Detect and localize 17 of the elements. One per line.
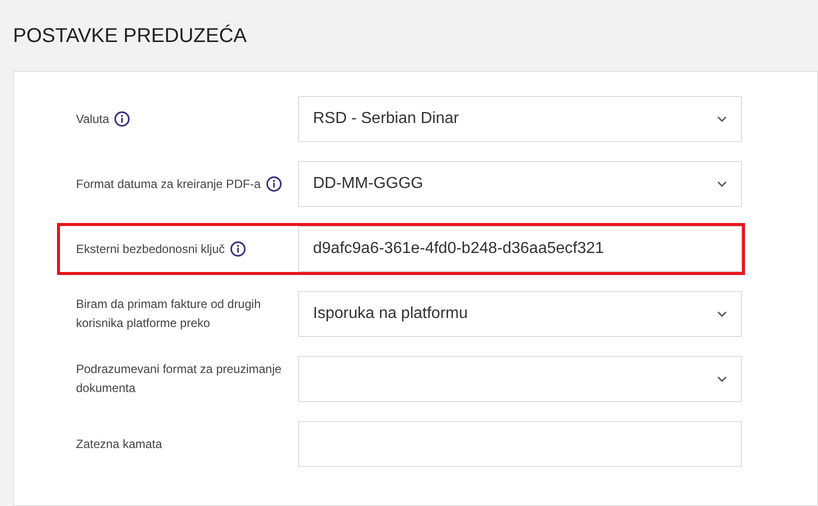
field-label: Podrazumevani format za preuzimanje dokumenta <box>76 361 282 397</box>
chevron-down-icon <box>717 311 727 317</box>
select-field[interactable] <box>298 356 742 402</box>
field-label: Format datuma za kreiranje PDF-a <box>76 176 261 192</box>
field-label: Valuta <box>76 110 110 128</box>
select-field[interactable]: DD-MM-GGGG <box>298 161 742 207</box>
select-field[interactable]: Isporuka na platformu <box>298 291 742 337</box>
input-field[interactable] <box>298 421 742 467</box>
chevron-down-icon <box>717 116 727 122</box>
input-field[interactable]: d9afc9a6-361e-4fd0-b248-d36aa5ecf321 <box>298 226 742 272</box>
field-label: Biram da primam fakture od drugih korisnika platforme preko <box>76 296 262 332</box>
chevron-down-icon <box>717 181 727 187</box>
chevron-down-icon <box>717 376 727 382</box>
page-title: POSTAVKE PREDUZEĆA <box>13 24 248 49</box>
field-label: Eksterni bezbedonosni ključ <box>76 240 225 258</box>
select-field[interactable]: RSD - Serbian Dinar <box>298 96 742 142</box>
field-label: Zatezna kamata <box>76 436 162 452</box>
